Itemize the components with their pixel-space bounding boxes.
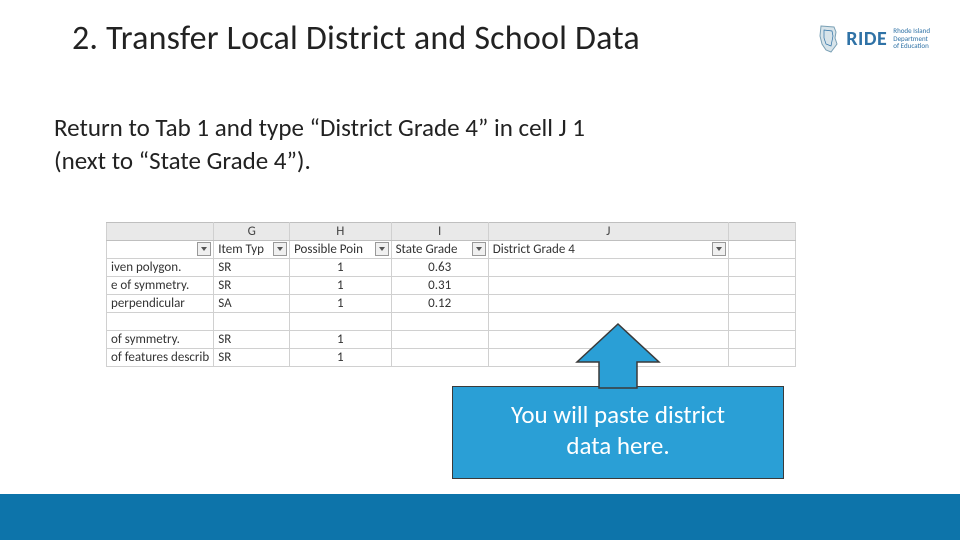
table-row: iven polygon. SR 1 0.63 <box>107 259 796 277</box>
logo-subtext: Rhode Island Department of Education <box>893 27 930 49</box>
filter-dropdown-icon[interactable] <box>712 242 726 256</box>
cell: SR <box>214 259 290 277</box>
ri-map-icon <box>816 24 840 54</box>
cell: of features describ <box>107 349 214 367</box>
cell: perpendicular <box>107 295 214 313</box>
title-row: 2. Transfer Local District and School Da… <box>72 18 930 59</box>
table-row: perpendicular SA 1 0.12 <box>107 295 796 313</box>
ride-logo: RIDE Rhode Island Department of Educatio… <box>816 24 930 54</box>
excel-header-cell <box>728 241 795 259</box>
cell: 1 <box>290 331 391 349</box>
col-letter: G <box>214 223 290 241</box>
callout-box: You will paste district data here. <box>452 386 784 479</box>
cell: 1 <box>290 259 391 277</box>
filter-dropdown-icon[interactable] <box>273 242 287 256</box>
col-letter <box>107 223 214 241</box>
slide: 2. Transfer Local District and School Da… <box>0 0 960 540</box>
slide-title: 2. Transfer Local District and School Da… <box>72 18 640 59</box>
excel-header-cell: Item Typ <box>214 241 290 259</box>
cell: SR <box>214 331 290 349</box>
cell: 0.12 <box>391 295 488 313</box>
cell <box>488 259 728 277</box>
logo-text: RIDE <box>846 27 887 51</box>
instruction-text: Return to Tab 1 and type “District Grade… <box>54 112 774 177</box>
cell: of symmetry. <box>107 331 214 349</box>
cell: 1 <box>290 349 391 367</box>
excel-header-cell: Possible Poin <box>290 241 391 259</box>
cell <box>728 259 795 277</box>
callout-line-2: data here. <box>463 430 773 461</box>
cell <box>488 277 728 295</box>
excel-header-cell: State Grade <box>391 241 488 259</box>
up-arrow-icon <box>573 322 663 390</box>
instruction-line-2: (next to “State Grade 4”). <box>54 145 774 178</box>
col-letter: J <box>488 223 728 241</box>
col-letter: I <box>391 223 488 241</box>
cell: 1 <box>290 277 391 295</box>
col-letter: H <box>290 223 391 241</box>
cell: 0.63 <box>391 259 488 277</box>
footer-bar <box>0 494 960 540</box>
filter-dropdown-icon[interactable] <box>375 242 389 256</box>
filter-dropdown-icon[interactable] <box>472 242 486 256</box>
table-row: e of symmetry. SR 1 0.31 <box>107 277 796 295</box>
instruction-line-1: Return to Tab 1 and type “District Grade… <box>54 112 774 145</box>
callout-line-1: You will paste district <box>463 399 773 430</box>
cell <box>488 295 728 313</box>
cell: e of symmetry. <box>107 277 214 295</box>
excel-header-cell <box>107 241 214 259</box>
excel-header-row: Item Typ Possible Poin State Grade Distr… <box>107 241 796 259</box>
filter-dropdown-icon[interactable] <box>197 242 211 256</box>
cell: SA <box>214 295 290 313</box>
callout: You will paste district data here. <box>452 322 784 479</box>
cell: SR <box>214 277 290 295</box>
col-letter <box>728 223 795 241</box>
cell <box>728 277 795 295</box>
cell: SR <box>214 349 290 367</box>
cell <box>728 295 795 313</box>
excel-header-cell: District Grade 4 <box>488 241 728 259</box>
cell: 0.31 <box>391 277 488 295</box>
excel-column-letters: G H I J <box>107 223 796 241</box>
cell: 1 <box>290 295 391 313</box>
cell: iven polygon. <box>107 259 214 277</box>
